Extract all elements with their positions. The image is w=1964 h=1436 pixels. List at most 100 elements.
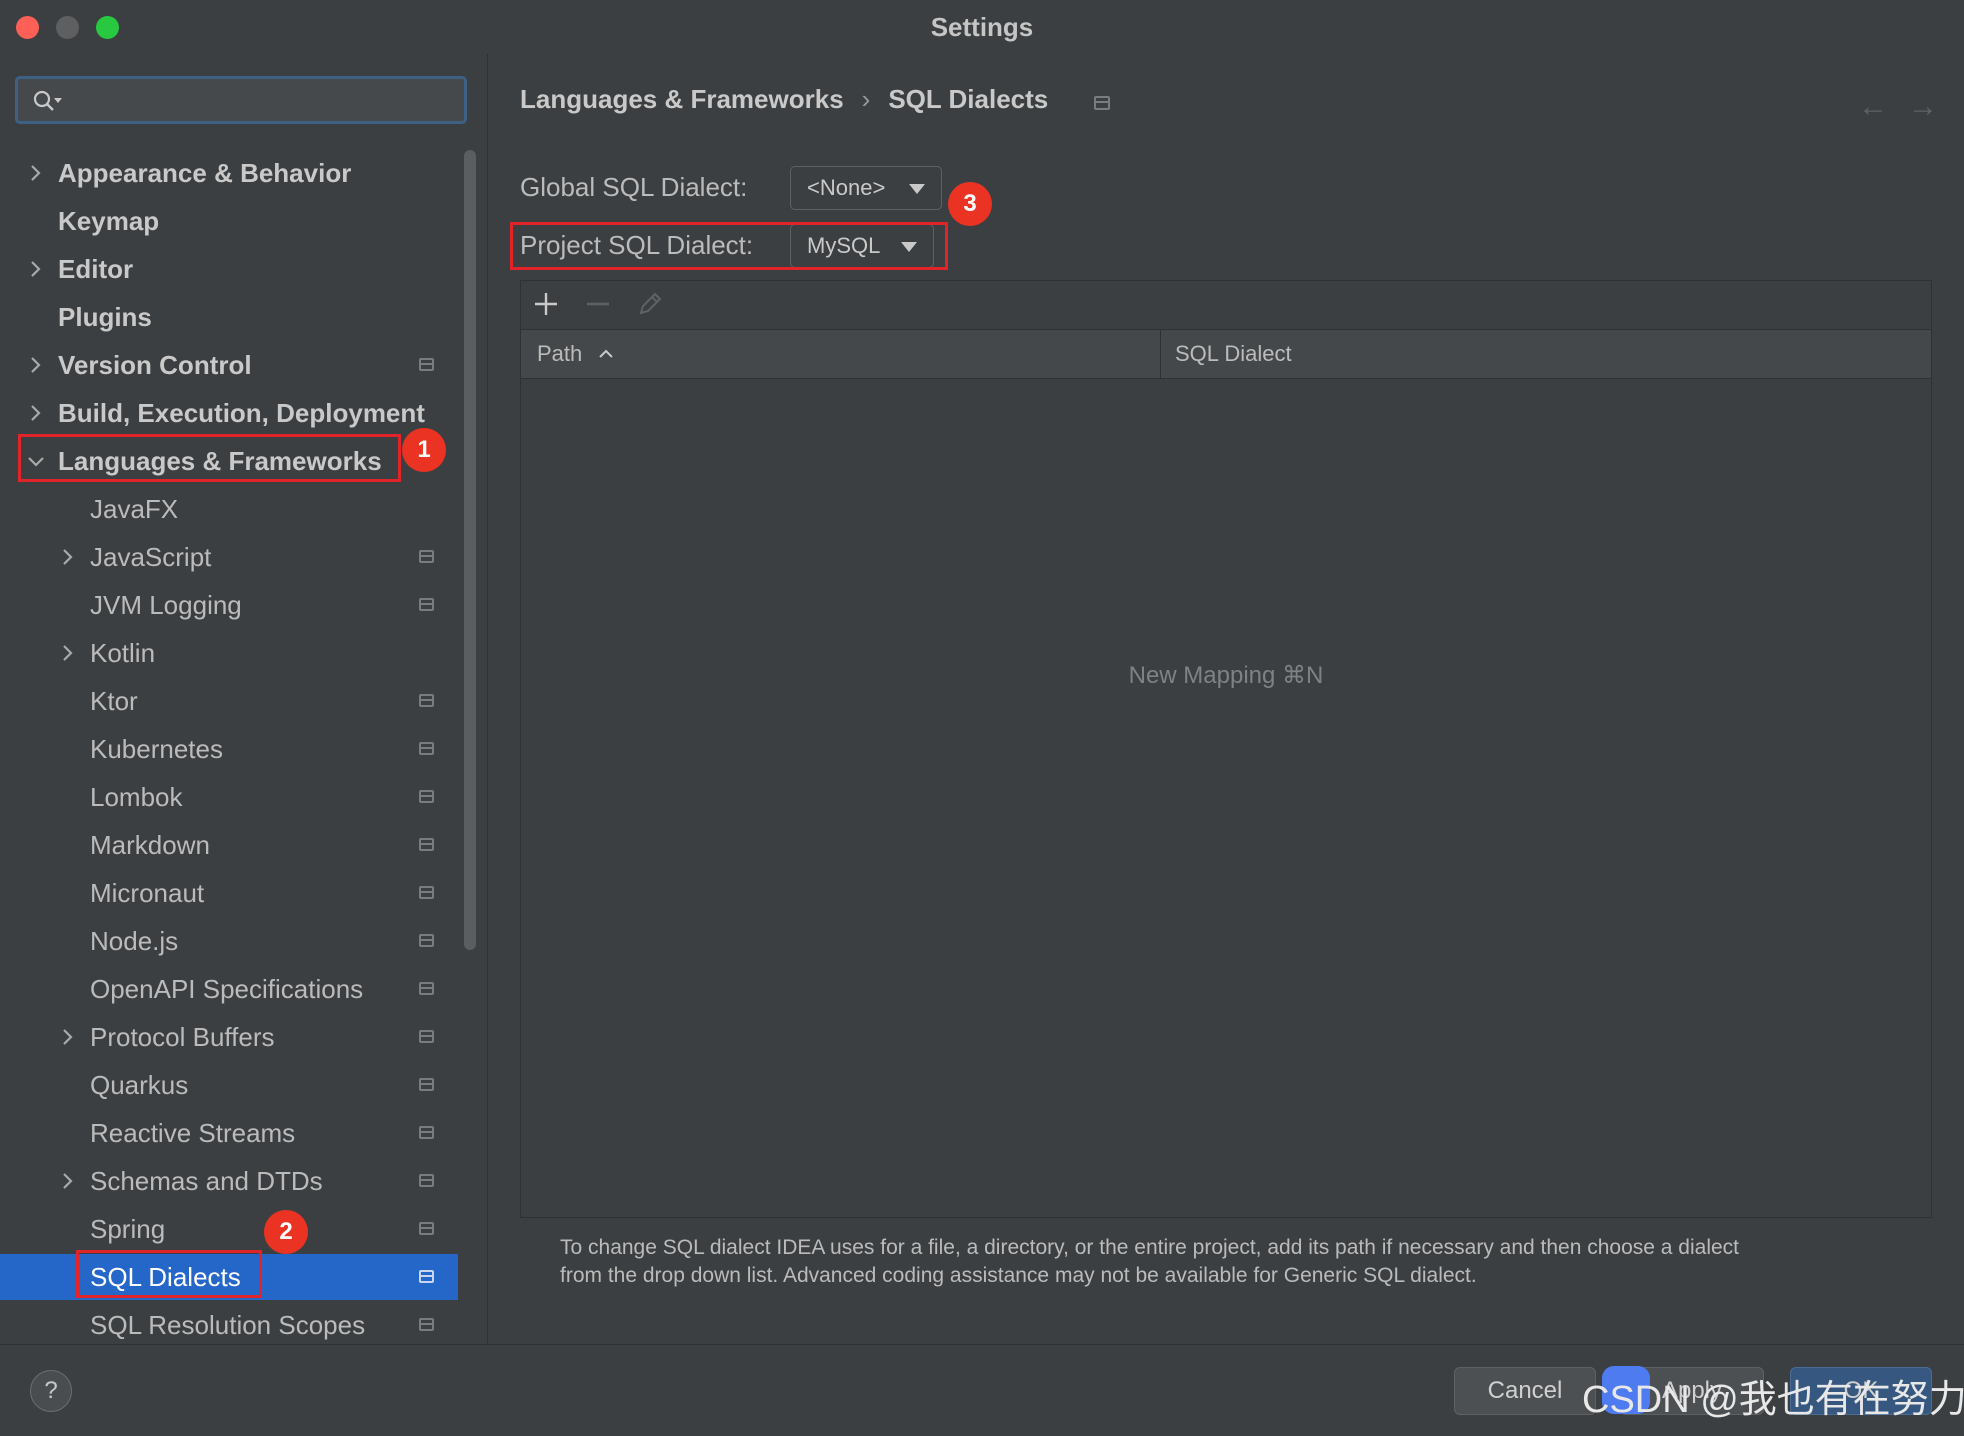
project-level-icon [419,694,434,707]
sidebar-item-label: Markdown [90,830,210,860]
project-level-icon [419,1030,434,1043]
breadcrumb: Languages & Frameworks › SQL Dialects [520,84,1048,115]
chevron-right-icon[interactable] [26,390,46,436]
back-arrow-icon[interactable]: ← [1858,90,1888,124]
sidebar-item-micronaut[interactable]: Micronaut [0,870,460,916]
help-text-line: To change SQL dialect IDEA uses for a fi… [560,1236,1739,1259]
empty-table-text[interactable]: New Mapping ⌘N [521,661,1931,690]
sidebar-item-appearance-behavior[interactable]: Appearance & Behavior [0,150,460,196]
sidebar-item-protocol-buffers[interactable]: Protocol Buffers [0,1014,460,1060]
project-level-icon [419,886,434,899]
sidebar-item-label: JavaFX [90,494,179,524]
help-text-line: from the drop down list. Advanced coding… [560,1264,1477,1287]
sidebar-item-schemas-and-dtds[interactable]: Schemas and DTDs [0,1158,460,1204]
project-level-icon [419,934,434,947]
sidebar-item-spring[interactable]: Spring [0,1206,460,1252]
sidebar-item-jvm-logging[interactable]: JVM Logging [0,582,460,628]
chevron-right-icon[interactable] [58,630,78,676]
title-bar: Settings [0,0,1964,54]
breadcrumb-current: SQL Dialects [888,84,1049,114]
sidebar-item-markdown[interactable]: Markdown [0,822,460,868]
sidebar-item-nodejs[interactable]: Node.js [0,918,460,964]
sidebar-item-openapi-specifications[interactable]: OpenAPI Specifications [0,966,460,1012]
sidebar-scrollbar[interactable] [464,150,476,950]
column-header-path[interactable]: Path [537,330,582,378]
project-level-icon [419,358,434,371]
sidebar-item-label: Editor [58,254,134,284]
chevron-right-icon[interactable] [26,150,46,196]
sidebar-item-label: Schemas and DTDs [90,1166,323,1196]
sidebar-item-label: Quarkus [90,1070,189,1100]
sidebar-item-editor[interactable]: Editor [0,246,460,292]
column-divider[interactable] [1160,330,1161,378]
sort-ascending-icon[interactable] [597,346,615,362]
help-button[interactable]: ? [30,1370,72,1412]
table-toolbar [521,281,1931,330]
project-level-icon [1094,96,1110,110]
sidebar-item-kubernetes[interactable]: Kubernetes [0,726,460,772]
add-icon[interactable] [531,289,561,319]
breadcrumb-separator: › [861,84,871,114]
settings-content: Languages & Frameworks › SQL Dialects ← → … [488,54,1964,1344]
sidebar-item-label: Plugins [58,302,152,332]
sidebar-item-javafx[interactable]: JavaFX [0,486,460,532]
sidebar-item-label: JVM Logging [90,590,242,620]
sidebar-item-ktor[interactable]: Ktor [0,678,460,724]
project-level-icon [419,982,434,995]
project-level-icon [419,598,434,611]
sidebar-item-label: Appearance & Behavior [58,158,352,188]
breadcrumb-parent[interactable]: Languages & Frameworks [520,84,844,114]
search-icon [33,90,62,111]
sidebar-item-quarkus[interactable]: Quarkus [0,1062,460,1108]
sidebar-item-build-execution-deployment[interactable]: Build, Execution, Deployment [0,390,460,436]
chevron-right-icon[interactable] [58,534,78,580]
chevron-right-icon[interactable] [26,342,46,388]
annotation-badge-3: 3 [948,182,992,226]
sidebar-item-label: Keymap [58,206,160,236]
sidebar-item-lombok[interactable]: Lombok [0,774,460,820]
remove-icon[interactable] [583,289,613,319]
sidebar-item-label: Lombok [90,782,183,812]
chevron-right-icon[interactable] [58,1014,78,1060]
annotation-box-2 [76,1250,262,1298]
annotation-badge-1: 1 [402,428,446,472]
sidebar-item-label: Build, Execution, Deployment [58,398,425,428]
global-sql-dialect-label: Global SQL Dialect: [520,172,748,202]
global-sql-dialect-value: <None> [807,175,886,200]
sidebar-item-label: Reactive Streams [90,1118,296,1148]
sidebar-item-keymap[interactable]: Keymap [0,198,460,244]
sidebar-item-version-control[interactable]: Version Control [0,342,460,388]
settings-window: Settings Appearance & Behavior Keymap Ed… [0,0,1964,1436]
edit-icon[interactable] [635,289,665,319]
project-level-icon [419,1318,434,1331]
project-level-icon [419,1078,434,1091]
cancel-button[interactable]: Cancel [1454,1367,1596,1415]
sidebar-item-label: OpenAPI Specifications [90,974,364,1004]
project-level-icon [419,1222,434,1235]
sidebar-item-label: Micronaut [90,878,205,908]
watermark: CSDN @我也有在努力 [1582,1379,1964,1421]
sidebar-item-reactive-streams[interactable]: Reactive Streams [0,1110,460,1156]
sidebar-item-javascript[interactable]: JavaScript [0,534,460,580]
project-level-icon [419,1270,434,1283]
sidebar-item-label: Ktor [90,686,138,716]
annotation-badge-2: 2 [264,1210,308,1254]
sidebar-item-sql-resolution-scopes[interactable]: SQL Resolution Scopes [0,1302,460,1348]
project-level-icon [419,790,434,803]
dropdown-arrow-icon [909,184,925,194]
window-title: Settings [930,12,1034,42]
forward-arrow-icon[interactable]: → [1908,90,1938,124]
search-input[interactable] [15,76,467,124]
sidebar-item-label: Kotlin [90,638,156,668]
path-dialect-table: Path SQL Dialect New Mapping ⌘N [520,280,1932,1218]
project-level-icon [419,742,434,755]
sidebar-item-kotlin[interactable]: Kotlin [0,630,460,676]
chevron-right-icon[interactable] [26,246,46,292]
sidebar-item-label: SQL Resolution Scopes [90,1310,366,1340]
chevron-right-icon[interactable] [58,1158,78,1204]
table-header: Path SQL Dialect [521,330,1931,379]
column-header-sql-dialect[interactable]: SQL Dialect [1175,330,1292,378]
annotation-box-1 [18,434,401,482]
sidebar-item-plugins[interactable]: Plugins [0,294,460,340]
global-sql-dialect-select[interactable]: <None> [790,166,942,210]
